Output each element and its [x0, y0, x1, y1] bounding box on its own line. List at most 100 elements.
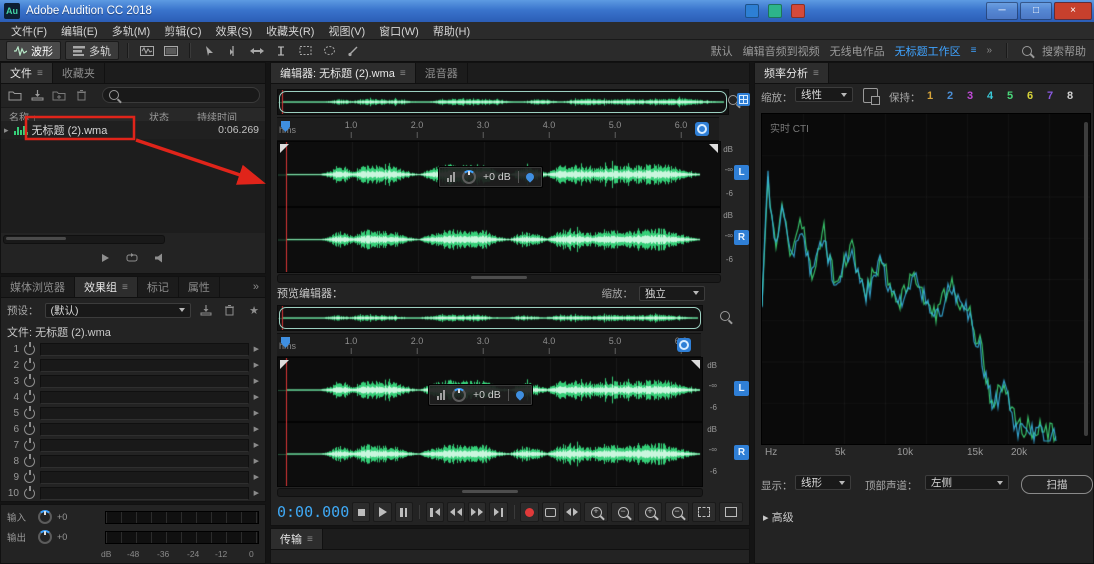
chevron-right-icon[interactable]: ▶ [254, 473, 259, 481]
hold-number[interactable]: 6 [1027, 90, 1033, 102]
loop-playback-button[interactable] [541, 502, 560, 522]
record-button[interactable] [520, 502, 539, 522]
waveform-display-toggle-icon[interactable] [137, 42, 157, 59]
preview-waveform-display[interactable] [278, 358, 702, 486]
spectral-display-toggle-icon[interactable] [161, 42, 181, 59]
time-selection-tool-icon[interactable] [271, 42, 291, 59]
effect-slot[interactable] [40, 470, 249, 484]
effect-slot[interactable] [40, 358, 249, 372]
overview-waveform[interactable] [278, 90, 728, 114]
preview-volume-hud[interactable]: +0 dB [428, 384, 533, 406]
power-icon[interactable] [24, 375, 35, 387]
tab-media-browser[interactable]: 媒体浏览器 [1, 277, 75, 297]
effect-slot[interactable] [40, 454, 249, 468]
play-button[interactable] [373, 502, 392, 522]
minimize-button[interactable]: ─ [986, 2, 1018, 20]
skip-to-end-button[interactable] [489, 502, 508, 522]
brush-tool-icon[interactable] [343, 42, 363, 59]
zoom-in-time-icon[interactable]: + [638, 502, 663, 522]
menu-edit[interactable]: 编辑(E) [54, 23, 105, 39]
output-gain-knob[interactable] [38, 530, 52, 544]
tab-effects-rack[interactable]: 效果组 ≡ [75, 277, 138, 297]
open-file-icon[interactable] [6, 88, 24, 103]
waveform-display[interactable] [278, 142, 720, 272]
main-waveform-region[interactable]: +0 dB [277, 141, 721, 273]
menu-help[interactable]: 帮助(H) [426, 23, 477, 39]
power-icon[interactable] [24, 455, 35, 467]
preset-dropdown[interactable]: (默认) [44, 302, 191, 318]
tab-transport[interactable]: 传输 ≡ [271, 529, 323, 549]
zoom-full-icon[interactable] [719, 502, 744, 522]
tab-mixer[interactable]: 混音器 [415, 63, 468, 83]
ruler-blue-toggle-icon[interactable] [695, 122, 709, 136]
power-icon[interactable] [24, 487, 35, 499]
panel-menu-icon[interactable]: ≡ [813, 68, 819, 79]
preview-timeline-ruler[interactable]: hms 1.0 2.0 3.0 4.0 5.0 6.0 [277, 333, 701, 357]
favorite-star-icon[interactable]: ★ [249, 304, 259, 317]
menu-clip[interactable]: 剪辑(C) [157, 23, 208, 39]
menu-multitrack[interactable]: 多轨(M) [105, 23, 158, 39]
preview-horizontal-scrollbar[interactable] [277, 488, 703, 497]
move-tool-icon[interactable] [199, 42, 219, 59]
lasso-selection-tool-icon[interactable] [319, 42, 339, 59]
close-button[interactable]: × [1054, 2, 1092, 20]
maximize-button[interactable]: □ [1020, 2, 1052, 20]
preview-overview-bar[interactable] [277, 305, 703, 331]
hud-pin-icon[interactable] [524, 171, 536, 183]
right-channel-button[interactable]: R [734, 445, 749, 460]
effect-slot[interactable] [40, 390, 249, 404]
file-row[interactable]: ▸ 无标题 (2).wma 0:06.269 [1, 121, 265, 139]
chevron-right-icon[interactable]: ▶ [254, 393, 259, 401]
effect-slot[interactable] [40, 342, 249, 356]
stop-button[interactable] [352, 502, 371, 522]
tab-properties[interactable]: 属性 [178, 277, 220, 297]
menu-view[interactable]: 视图(V) [321, 23, 372, 39]
menu-window[interactable]: 窗口(W) [372, 23, 426, 39]
chevron-right-icon[interactable]: ▶ [254, 409, 259, 417]
menu-favorites[interactable]: 收藏夹(R) [259, 23, 321, 39]
power-icon[interactable] [24, 359, 35, 371]
hold-number[interactable]: 1 [927, 90, 933, 102]
preview-zoom-dropdown[interactable]: 独立 [639, 285, 705, 301]
tab-overflow-icon[interactable]: » [247, 277, 265, 297]
hold-number[interactable]: 2 [947, 90, 953, 102]
tab-files[interactable]: 文件 ≡ [1, 63, 53, 83]
zoom-in-icon[interactable]: + [584, 502, 609, 522]
effect-slot[interactable] [40, 374, 249, 388]
chevron-right-icon[interactable]: ▶ [254, 361, 259, 369]
workspace-overflow-icon[interactable]: » [986, 45, 992, 56]
menu-file[interactable]: 文件(F) [4, 23, 54, 39]
loop-preview-icon[interactable] [126, 252, 138, 266]
chevron-right-icon[interactable]: ▶ [254, 345, 259, 353]
scan-button[interactable]: 扫描 [1021, 475, 1093, 494]
razor-tool-icon[interactable] [223, 42, 243, 59]
hold-number[interactable]: 5 [1007, 90, 1013, 102]
hold-number[interactable]: 4 [987, 90, 993, 102]
tab-favorites[interactable]: 收藏夹 [52, 63, 105, 83]
left-channel-button[interactable]: L [734, 165, 749, 180]
preview-overview-waveform[interactable] [278, 306, 702, 330]
zoom-selection-icon[interactable] [692, 502, 717, 522]
panel-menu-icon[interactable]: ≡ [37, 68, 43, 79]
panel-menu-icon[interactable]: ≡ [307, 534, 313, 545]
workspace-radio[interactable]: 无线电作品 [830, 43, 885, 59]
effect-slot[interactable] [40, 486, 249, 500]
hud-volume-knob[interactable] [452, 388, 466, 402]
workspace-menu-icon[interactable]: ≡ [971, 45, 977, 56]
workspace-edit-audio-to-video[interactable]: 编辑音频到视频 [743, 43, 820, 59]
overview-bar[interactable] [277, 89, 729, 115]
power-icon[interactable] [24, 471, 35, 483]
power-icon[interactable] [24, 439, 35, 451]
new-bin-icon[interactable] [50, 88, 68, 103]
power-icon[interactable] [24, 343, 35, 355]
save-preset-icon[interactable] [197, 303, 215, 318]
chevron-right-icon[interactable]: ▶ [254, 441, 259, 449]
top-channel-dropdown[interactable]: 左侧 [925, 475, 1009, 490]
waveform-mode-button[interactable]: 波形 [6, 41, 61, 60]
rewind-button[interactable] [446, 502, 466, 522]
preview-waveform-region[interactable]: +0 dB [277, 357, 703, 487]
snapshot-icon[interactable] [863, 88, 880, 105]
menu-effects[interactable]: 效果(S) [209, 23, 260, 39]
preview-zoom-icon[interactable] [720, 311, 731, 321]
files-search-input[interactable] [102, 87, 260, 103]
